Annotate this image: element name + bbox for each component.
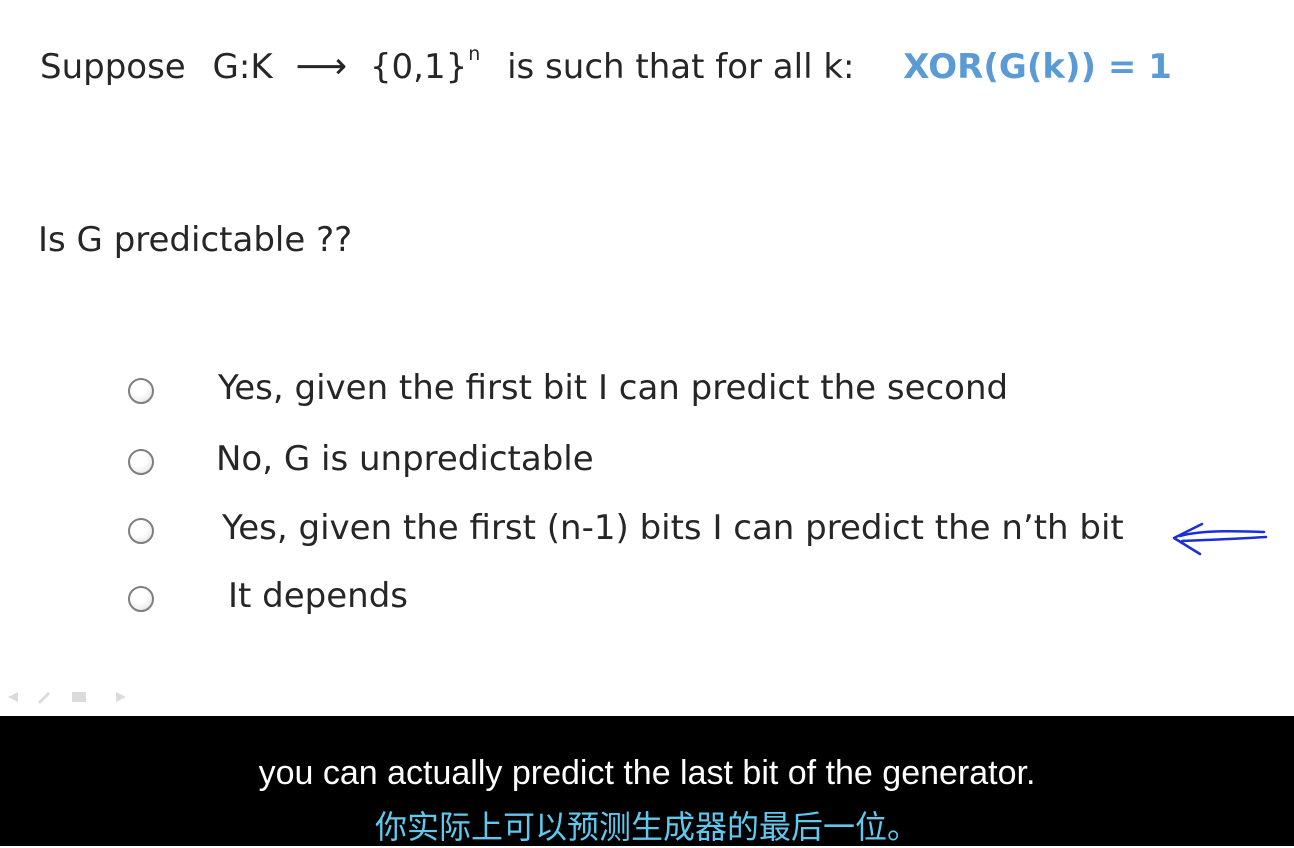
back-arrow-icon	[8, 692, 18, 702]
option-label: Yes, given the first bit I can predict t…	[218, 368, 1009, 408]
radio-button[interactable]	[128, 378, 154, 404]
question-text: Is G predictable ??	[38, 220, 353, 260]
problem-statement: Suppose G:K ⟶ {0,1}n is such that for al…	[40, 43, 1172, 98]
option-label: No, G is unpredictable	[216, 439, 594, 479]
presentation-toolbar	[8, 692, 126, 704]
generator-signature: G:K	[212, 47, 273, 87]
set-exponent: n	[468, 43, 481, 65]
slide: Suppose G:K ⟶ {0,1}n is such that for al…	[0, 0, 1294, 716]
condition-text: is such that for all k:	[507, 47, 855, 87]
english-subtitle: you can actually predict the last bit of…	[258, 754, 1036, 792]
slides-icon	[72, 692, 86, 702]
pen-icon	[38, 692, 50, 704]
xor-condition: XOR(G(k)) = 1	[903, 47, 1172, 87]
hand-drawn-arrow-icon	[1172, 522, 1268, 556]
chinese-subtitle: 你实际上可以预测生成器的最后一位。	[374, 808, 919, 846]
option-label: It depends	[228, 576, 409, 616]
right-arrow-icon: ⟶	[295, 46, 348, 87]
subtitle-bar: you can actually predict the last bit of…	[0, 716, 1294, 846]
radio-button[interactable]	[128, 586, 154, 612]
forward-arrow-icon	[116, 692, 126, 702]
option-label: Yes, given the first (n-1) bits I can pr…	[222, 508, 1124, 548]
bit-string-set: {0,1}	[369, 47, 468, 87]
radio-button[interactable]	[128, 449, 154, 475]
radio-button[interactable]	[128, 518, 154, 544]
suppose-word: Suppose	[40, 47, 186, 87]
